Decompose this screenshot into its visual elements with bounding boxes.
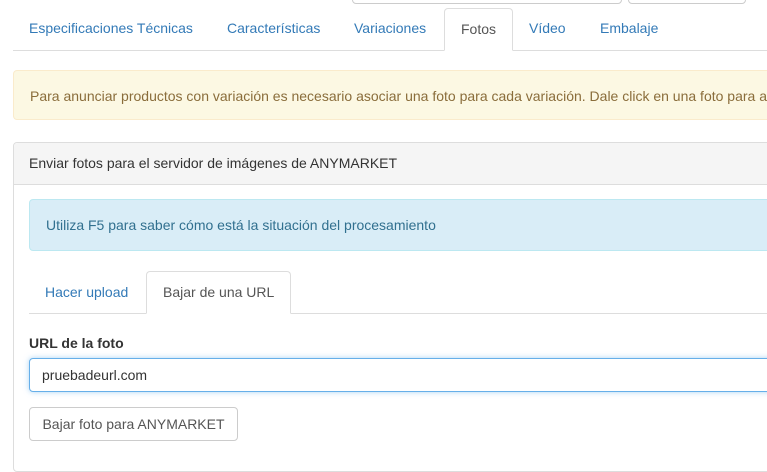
tab-fotos[interactable]: Fotos [444, 8, 514, 51]
tab-especificaciones[interactable]: Especificaciones Técnicas [13, 8, 209, 49]
url-field-label: URL de la foto [29, 335, 124, 351]
download-photo-button[interactable]: Bajar foto para ANYMARKET [29, 407, 238, 441]
variation-warning-alert: Para anunciar productos con variación es… [13, 70, 767, 120]
panel-heading: Enviar fotos para el servidor de imágene… [14, 143, 767, 185]
tab-caracteristicas[interactable]: Características [211, 8, 336, 49]
top-button-partial[interactable] [352, 0, 622, 4]
upload-method-tabs: Hacer upload Bajar de una URL [29, 271, 767, 314]
tab-bajar-url[interactable]: Bajar de una URL [146, 271, 292, 314]
tab-variaciones[interactable]: Variaciones [338, 8, 442, 49]
processing-info-alert: Utiliza F5 para saber cómo está la situa… [29, 199, 767, 251]
top-button-partial-2[interactable] [628, 0, 746, 4]
main-tabs: Especificaciones Técnicas Característica… [13, 8, 767, 51]
tab-embalaje[interactable]: Embalaje [584, 8, 674, 49]
tab-video[interactable]: Vídeo [513, 8, 582, 49]
photo-url-input[interactable] [29, 358, 767, 392]
tab-hacer-upload[interactable]: Hacer upload [29, 271, 144, 312]
upload-panel: Enviar fotos para el servidor de imágene… [13, 142, 767, 472]
